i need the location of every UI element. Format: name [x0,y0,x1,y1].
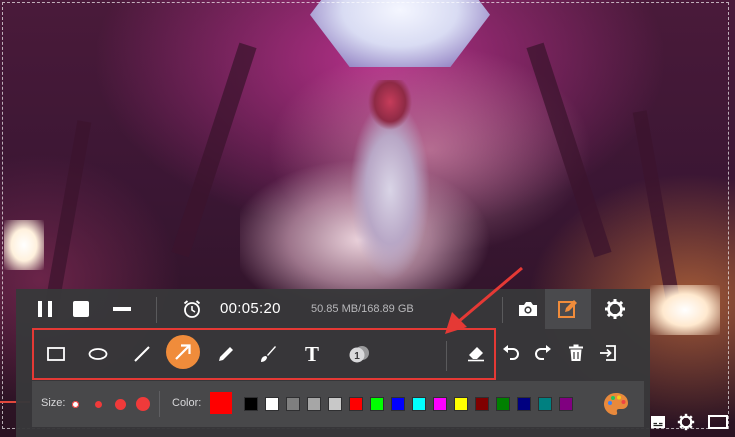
file-size-readout: 50.85 MB/168.89 GB [311,303,414,315]
subtitles-icon[interactable] [648,412,668,432]
current-color-swatch[interactable] [210,392,232,414]
svg-text:1: 1 [354,351,360,362]
brush-icon[interactable] [256,342,280,366]
divider [159,391,160,417]
pause-button[interactable] [34,299,56,319]
color-swatch[interactable] [265,397,279,411]
color-swatch[interactable] [454,397,468,411]
eraser-icon[interactable] [465,342,487,364]
wall-lamp [4,220,44,270]
color-swatch[interactable] [286,397,300,411]
size-option-small[interactable] [72,401,79,408]
color-swatch[interactable] [412,397,426,411]
divider [502,297,503,323]
arch-beam [526,42,612,258]
color-swatch[interactable] [538,397,552,411]
recording-timer: 00:05:20 [220,300,281,317]
color-swatch[interactable] [475,397,489,411]
rectangle-icon[interactable] [44,342,68,366]
edit-annotate-button[interactable] [545,289,591,329]
text-icon[interactable]: T [300,342,324,366]
pen-icon[interactable] [214,342,238,366]
wall-lamp [650,285,720,335]
recorder-toolbar: 00:05:20 50.85 MB/168.89 GB T 1 Size: Co… [16,289,650,437]
record-controls-row: 00:05:20 50.85 MB/168.89 GB [16,289,650,329]
brush-options-row: Size: Color: [32,381,644,427]
size-option-xlarge[interactable] [136,397,150,411]
size-option-medium[interactable] [95,401,102,408]
minimize-button[interactable] [112,302,132,316]
size-option-large[interactable] [115,399,126,410]
exit-annotation-icon[interactable] [597,342,619,364]
color-swatch[interactable] [559,397,573,411]
color-swatch[interactable] [433,397,447,411]
theater-mode-icon[interactable] [708,412,728,432]
redo-icon[interactable] [532,342,554,364]
color-label: Color: [172,397,202,409]
camera-icon[interactable] [516,298,540,320]
color-swatch[interactable] [517,397,531,411]
divider [446,341,447,371]
color-swatch[interactable] [370,397,384,411]
alarm-clock-icon[interactable] [181,298,203,320]
skylight [310,0,490,67]
line-icon[interactable] [130,342,154,366]
color-swatch[interactable] [496,397,510,411]
arch-beam [632,110,682,310]
gear-icon[interactable] [676,412,696,432]
undo-icon[interactable] [500,342,522,364]
color-swatch[interactable] [328,397,342,411]
stop-button[interactable] [72,300,90,318]
size-label: Size: [41,397,66,409]
numbered-callout-icon[interactable]: 1 [348,342,372,366]
color-swatch[interactable] [307,397,321,411]
gear-icon[interactable] [603,297,627,321]
arrow-icon[interactable] [166,335,200,369]
performer-figure [240,80,500,300]
ellipse-icon[interactable] [86,342,110,366]
color-swatch[interactable] [244,397,258,411]
color-swatch[interactable] [391,397,405,411]
color-swatch[interactable] [349,397,363,411]
divider [156,297,157,323]
drawing-tools-group: T 1 [32,328,496,380]
color-palette-icon[interactable] [602,391,630,417]
trash-icon[interactable] [565,342,587,364]
